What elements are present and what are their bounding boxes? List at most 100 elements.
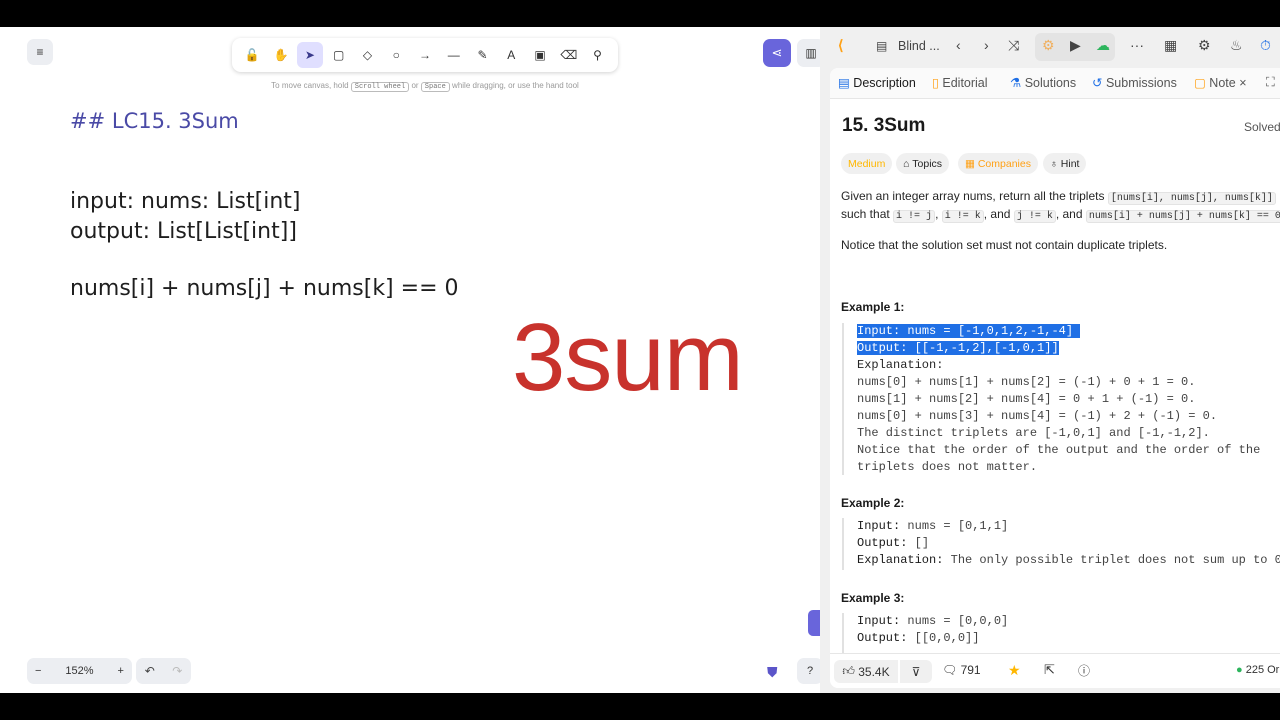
text-tool[interactable]: A <box>498 42 524 68</box>
chip-label: Topics <box>912 157 943 170</box>
eraser-tool[interactable]: ⌫ <box>556 42 582 68</box>
note-input-line[interactable]: input: nums: List[int] <box>70 189 300 214</box>
more-icon[interactable]: ··· <box>1130 37 1144 53</box>
inline-code: i != k <box>941 210 984 223</box>
screen: ≡ 🔓 ✋ ➤ ▢ ◇ ○ → — ✎ A ▣ ⌫ ⚲ To move canvas, hold Scr… <box>0 27 1280 693</box>
problem-list-title[interactable]: Blind ... <box>898 39 940 53</box>
prev-problem-icon[interactable]: ‹ <box>956 37 961 53</box>
example-2-heading: Example 2: <box>841 496 905 510</box>
arrow-icon: → <box>418 48 431 62</box>
description-notice: Notice that the solution set must not co… <box>841 238 1168 252</box>
share-out-icon[interactable]: ⇱ <box>1044 662 1055 678</box>
book-icon: ▯ <box>932 76 939 90</box>
close-icon[interactable]: × <box>1239 76 1246 90</box>
run-icon[interactable]: ▶ <box>1070 37 1081 54</box>
redo-button[interactable]: ↷ <box>172 664 182 678</box>
ellipse-tool[interactable]: ○ <box>383 42 409 68</box>
hint-text: or <box>411 81 419 90</box>
help-button[interactable]: ? <box>797 658 820 684</box>
tab-label: Note <box>1209 76 1236 90</box>
inline-code: [nums[i], nums[j], nums[k]] <box>1107 192 1276 205</box>
description-card: ▤ Description ▯ Editorial ⚗ Solutions ↺ … <box>830 68 1280 688</box>
arrow-tool[interactable]: → <box>412 42 438 68</box>
tab-note[interactable]: ▢ Note × <box>1194 75 1247 90</box>
desc-text: , <box>935 207 939 221</box>
tab-solutions[interactable]: ⚗ Solutions <box>1010 75 1076 90</box>
zoom-out-button[interactable]: − <box>35 665 41 677</box>
mores-icon: ⚲ <box>593 48 602 62</box>
example-2-input: Input: nums = [0,1,1] <box>844 518 1280 535</box>
next-problem-icon[interactable]: › <box>984 37 989 53</box>
note-title[interactable]: ## LC15. 3Sum <box>70 109 239 133</box>
example-1-output: Output: [[-1,-1,2],[-1,0,1]] <box>844 340 1260 357</box>
image-tool[interactable]: ▣ <box>527 42 553 68</box>
example-1-line: The distinct triplets are [-1,0,1] and [… <box>857 426 1210 440</box>
lock-icon: 🔓 <box>244 48 260 62</box>
submit-icon[interactable]: ☁ <box>1096 37 1110 54</box>
lock-tool[interactable]: 🔓 <box>239 42 265 68</box>
zoom-level[interactable]: 152% <box>65 665 93 677</box>
help-circle-icon[interactable]: ⓘ <box>1078 662 1090 679</box>
timer-icon[interactable]: ⏱ <box>1260 37 1271 54</box>
tab-description[interactable]: ▤ Description <box>838 75 916 90</box>
shuffle-icon[interactable]: ⤨ <box>1008 37 1019 54</box>
problem-bottom-bar: 👍︎ 35.4K ⊽ 🗨︎ 791 ★ ⇱ ⓘ ● 225 Or <box>830 653 1280 688</box>
more-tools[interactable]: ⚲ <box>585 42 611 68</box>
select-icon: ➤ <box>304 48 315 62</box>
library-icon: ▥ <box>805 46 817 60</box>
big-3sum-text[interactable]: 3sum <box>512 310 744 406</box>
diamond-tool[interactable]: ◇ <box>354 42 380 68</box>
sidebar-toggle-tab[interactable] <box>808 610 820 636</box>
dislike-button[interactable]: ⊽ <box>900 660 932 683</box>
thumbs-up-icon: 👍︎ <box>842 664 859 678</box>
text-icon: A <box>507 48 516 62</box>
whiteboard-canvas[interactable]: ≡ 🔓 ✋ ➤ ▢ ◇ ○ → — ✎ A ▣ ⌫ ⚲ To move canvas, hold Scr… <box>0 27 820 693</box>
input-value: nums = [0,0,0] <box>900 614 1009 628</box>
zoom-in-button[interactable]: + <box>118 665 124 677</box>
leetcode-logo-icon[interactable]: ⟨ <box>838 37 843 54</box>
desc-text: such that <box>841 207 890 221</box>
line-tool[interactable]: — <box>441 42 467 68</box>
pencil-icon: ✎ <box>477 48 488 62</box>
expand-icon[interactable]: ⛶ <box>1266 75 1275 90</box>
zoom-controls: − 152% + <box>27 658 132 684</box>
pencil-tool[interactable]: ✎ <box>470 42 496 68</box>
hand-tool[interactable]: ✋ <box>268 42 294 68</box>
topics-chip[interactable]: ⌂ Topics <box>896 153 950 174</box>
note-equation-line[interactable]: nums[i] + nums[j] + nums[k] == 0 <box>70 276 459 301</box>
undo-button[interactable]: ↶ <box>145 664 155 678</box>
like-button[interactable]: 👍︎ 35.4K <box>834 660 898 683</box>
explanation-value: The only possible triplet does not sum u… <box>943 553 1280 567</box>
example-1-block: Input: nums = [-1,0,1,2,-1,-4] Output: [… <box>842 323 1260 475</box>
tag-icon: ⌂ <box>903 157 913 170</box>
note-output-line[interactable]: output: List[List[int]] <box>70 219 297 244</box>
input-value: nums = [0,1,1] <box>900 519 1009 533</box>
settings-icon[interactable]: ⚙ <box>1198 37 1211 54</box>
layout-icon[interactable]: ▦ <box>1164 37 1177 54</box>
library-button[interactable]: ▥ <box>797 39 820 67</box>
tab-editorial[interactable]: ▯ Editorial <box>932 75 988 90</box>
streak-icon[interactable]: ♨ <box>1230 37 1243 54</box>
main-menu-button[interactable]: ≡ <box>27 39 53 65</box>
inline-code: j != k <box>1013 210 1056 223</box>
example-1-heading: Example 1: <box>841 300 905 314</box>
comments-button[interactable]: 🗨︎ 791 <box>942 663 981 677</box>
share-button[interactable]: ⋖ <box>763 39 791 67</box>
shield-icon[interactable]: ⛊ <box>767 664 778 681</box>
debug-icon[interactable]: ⚙ <box>1042 37 1055 54</box>
output-value: [] <box>907 536 930 550</box>
companies-chip[interactable]: ▦ Companies <box>958 153 1038 174</box>
rectangle-icon: ▢ <box>333 48 345 62</box>
rectangle-tool[interactable]: ▢ <box>326 42 352 68</box>
select-tool[interactable]: ➤ <box>296 42 323 68</box>
help-icon: ? <box>806 665 814 677</box>
example-2-explanation: Explanation: The only possible triplet d… <box>844 552 1280 569</box>
hint-chip[interactable]: ♁ Hint <box>1043 153 1087 174</box>
star-icon[interactable]: ★ <box>1008 662 1021 679</box>
problem-list-icon[interactable]: ▤ <box>876 39 887 53</box>
like-count: 35.4K <box>858 664 890 679</box>
desc-text: , and <box>983 207 1011 221</box>
description-line-1: Given an integer array nums, return all … <box>841 189 1276 205</box>
hamburger-icon: ≡ <box>36 45 44 59</box>
tab-submissions[interactable]: ↺ Submissions <box>1092 75 1177 90</box>
